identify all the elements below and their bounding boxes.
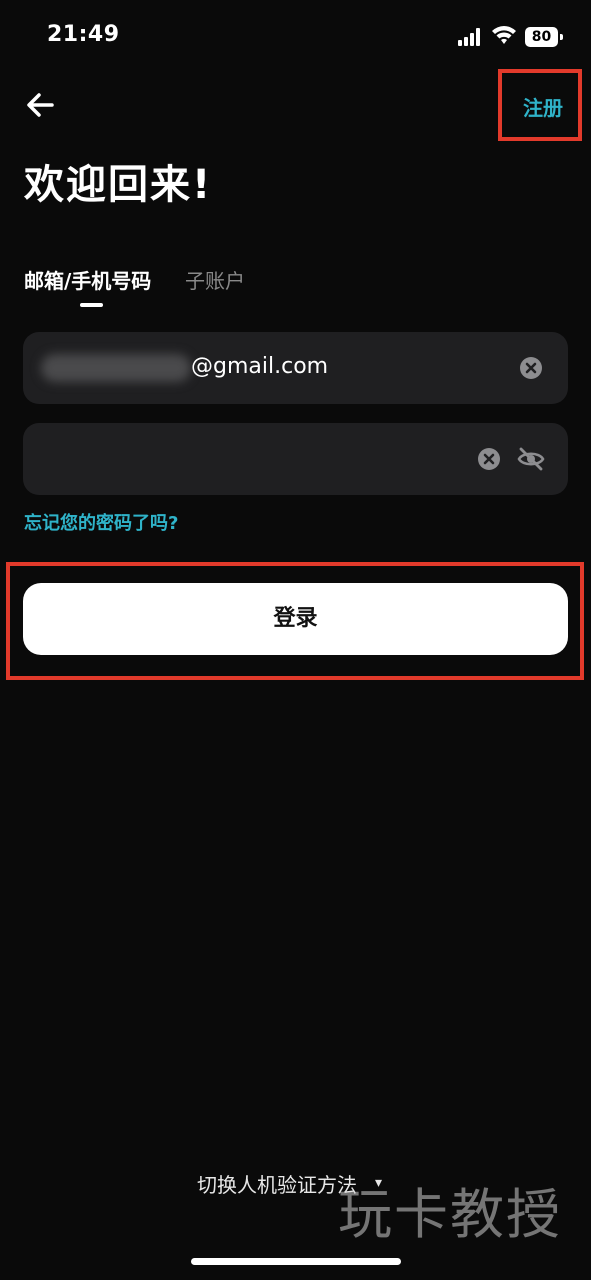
password-field[interactable] [23, 423, 568, 495]
email-value: @gmail.com [191, 354, 329, 379]
battery-icon: 80 [525, 27, 563, 47]
watermark: 玩卡教授 [338, 1183, 562, 1246]
status-time: 21:49 [47, 22, 120, 47]
signal-icon [458, 28, 484, 46]
tab-sub-account[interactable]: 子账户 [185, 265, 245, 294]
battery-level: 80 [531, 29, 552, 45]
wifi-icon [492, 26, 516, 44]
clear-email-icon[interactable] [519, 356, 543, 380]
tab-email-phone[interactable]: 邮箱/手机号码 [24, 265, 151, 294]
active-tab-indicator [80, 303, 103, 307]
clear-password-icon[interactable] [477, 447, 501, 471]
eye-off-icon[interactable] [517, 446, 545, 472]
login-button[interactable]: 登录 [23, 583, 568, 655]
switch-verification-link[interactable]: 切换人机验证方法 [197, 1169, 357, 1198]
arrow-left-icon[interactable] [22, 88, 58, 122]
register-link[interactable]: 注册 [523, 92, 563, 121]
page-title: 欢迎回来! [24, 162, 213, 208]
email-field[interactable]: @gmail.com [23, 332, 568, 404]
home-indicator[interactable] [191, 1258, 401, 1265]
redacted-email-prefix [41, 354, 191, 382]
status-bar: 21:49 80 [0, 0, 591, 76]
forgot-password-link[interactable]: 忘记您的密码了吗? [24, 509, 178, 535]
